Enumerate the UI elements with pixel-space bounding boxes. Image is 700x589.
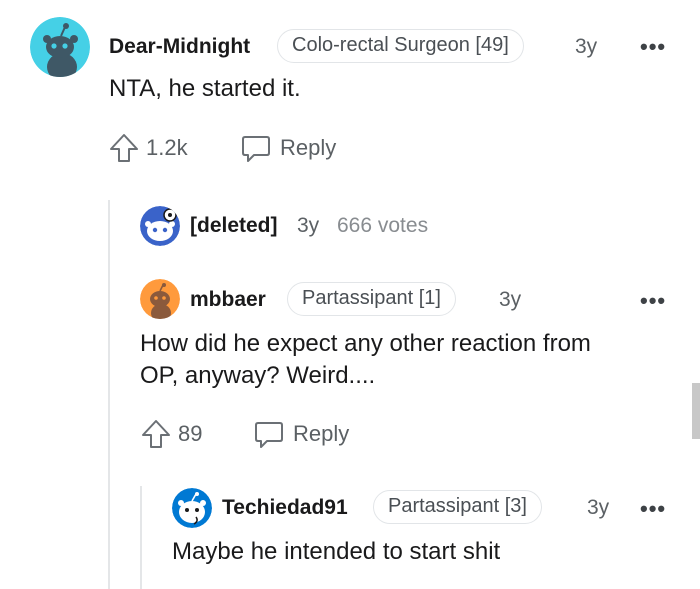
comment-age[interactable]: 3y: [297, 214, 319, 238]
snoo-avatar-icon: [172, 488, 212, 528]
reply-label: Reply: [280, 135, 337, 160]
comment-author[interactable]: Dear-Midnight: [109, 35, 250, 59]
user-flair: Partassipant [1]: [287, 282, 456, 316]
comment-body-line: How did he expect any other reaction fro…: [140, 330, 591, 357]
comment-age[interactable]: 3y: [499, 288, 521, 312]
snoo-avatar-icon: [140, 279, 180, 319]
vote-count: 666 votes: [337, 214, 429, 237]
reply-bubble-icon: [242, 136, 270, 162]
comment-age[interactable]: 3y: [587, 496, 609, 520]
thread-line[interactable]: [140, 486, 142, 589]
more-options-icon[interactable]: •••: [640, 498, 666, 520]
upvote-button[interactable]: 1.2k: [108, 132, 188, 164]
snoo-avatar-icon: [30, 17, 90, 77]
comment-age[interactable]: 3y: [575, 35, 597, 59]
user-flair: Partassipant [3]: [373, 490, 542, 524]
reply-button[interactable]: Reply: [253, 418, 349, 450]
vote-count: 89: [178, 421, 203, 446]
deleted-snoo-avatar-icon: [140, 206, 180, 246]
reply-label: Reply: [293, 421, 350, 446]
more-options-icon[interactable]: •••: [640, 36, 666, 58]
comment-body: Maybe he intended to start shit: [172, 538, 501, 565]
reply-bubble-icon: [255, 422, 283, 448]
user-flair: Colo-rectal Surgeon [49]: [277, 29, 524, 63]
reply-button[interactable]: Reply: [240, 132, 336, 164]
upvote-button[interactable]: 89: [140, 418, 202, 450]
avatar[interactable]: [30, 17, 90, 77]
comment-author: [deleted]: [190, 214, 278, 237]
avatar[interactable]: [140, 279, 180, 319]
comment-author[interactable]: Techiedad91: [222, 496, 348, 520]
thread-line[interactable]: [108, 200, 110, 589]
avatar: [140, 206, 180, 246]
scrollbar-thumb[interactable]: [692, 383, 700, 439]
comment-author[interactable]: mbbaer: [190, 288, 266, 312]
upvote-arrow-icon: [142, 420, 170, 448]
vote-count: 1.2k: [146, 135, 188, 160]
more-options-icon[interactable]: •••: [640, 290, 666, 312]
avatar[interactable]: [172, 488, 212, 528]
comment-body: NTA, he started it.: [109, 75, 301, 102]
upvote-arrow-icon: [110, 134, 138, 162]
comment-body-line: OP, anyway? Weird....: [140, 362, 376, 389]
